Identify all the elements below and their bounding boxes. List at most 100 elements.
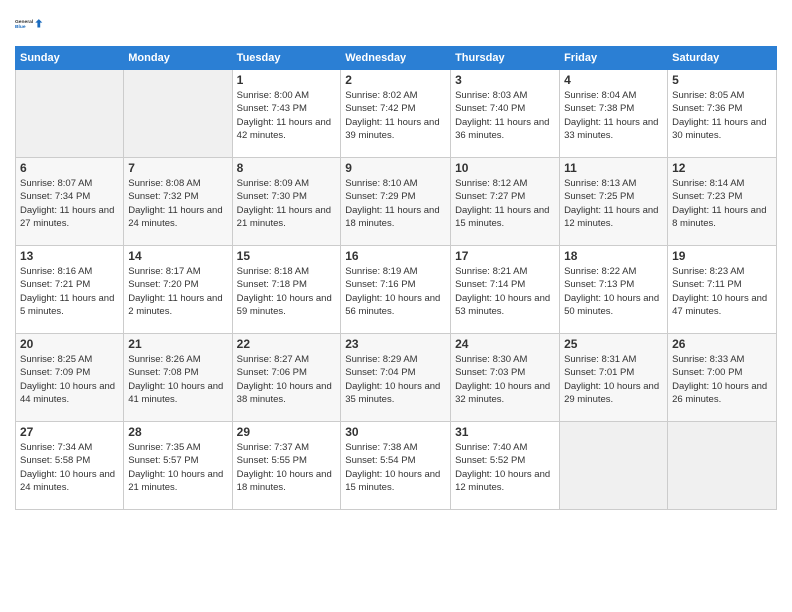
calendar-table: SundayMondayTuesdayWednesdayThursdayFrid… bbox=[15, 46, 777, 510]
day-info: Sunrise: 8:13 AM Sunset: 7:25 PM Dayligh… bbox=[564, 177, 663, 230]
calendar-cell: 18 Sunrise: 8:22 AM Sunset: 7:13 PM Dayli… bbox=[560, 246, 668, 334]
day-info: Sunrise: 7:38 AM Sunset: 5:54 PM Dayligh… bbox=[345, 441, 446, 494]
day-info: Sunrise: 8:04 AM Sunset: 7:38 PM Dayligh… bbox=[564, 89, 663, 142]
day-info: Sunrise: 8:19 AM Sunset: 7:16 PM Dayligh… bbox=[345, 265, 446, 318]
calendar-cell: 26 Sunrise: 8:33 AM Sunset: 7:00 PM Dayli… bbox=[668, 334, 777, 422]
day-number: 22 bbox=[237, 337, 337, 351]
day-number: 31 bbox=[455, 425, 555, 439]
day-number: 1 bbox=[237, 73, 337, 87]
day-info: Sunrise: 8:05 AM Sunset: 7:36 PM Dayligh… bbox=[672, 89, 772, 142]
day-info: Sunrise: 8:03 AM Sunset: 7:40 PM Dayligh… bbox=[455, 89, 555, 142]
calendar-cell: 2 Sunrise: 8:02 AM Sunset: 7:42 PM Daylig… bbox=[341, 70, 451, 158]
calendar-cell: 3 Sunrise: 8:03 AM Sunset: 7:40 PM Daylig… bbox=[451, 70, 560, 158]
calendar-cell: 9 Sunrise: 8:10 AM Sunset: 7:29 PM Daylig… bbox=[341, 158, 451, 246]
day-info: Sunrise: 8:21 AM Sunset: 7:14 PM Dayligh… bbox=[455, 265, 555, 318]
day-info: Sunrise: 8:30 AM Sunset: 7:03 PM Dayligh… bbox=[455, 353, 555, 406]
day-number: 26 bbox=[672, 337, 772, 351]
day-info: Sunrise: 8:00 AM Sunset: 7:43 PM Dayligh… bbox=[237, 89, 337, 142]
calendar-cell: 7 Sunrise: 8:08 AM Sunset: 7:32 PM Daylig… bbox=[124, 158, 232, 246]
weekday-header: Saturday bbox=[668, 47, 777, 70]
day-number: 6 bbox=[20, 161, 119, 175]
day-number: 28 bbox=[128, 425, 227, 439]
day-number: 7 bbox=[128, 161, 227, 175]
calendar-cell: 28 Sunrise: 7:35 AM Sunset: 5:57 PM Dayli… bbox=[124, 422, 232, 510]
logo-icon: GeneralBlue bbox=[15, 10, 43, 38]
weekday-header: Tuesday bbox=[232, 47, 341, 70]
day-info: Sunrise: 7:40 AM Sunset: 5:52 PM Dayligh… bbox=[455, 441, 555, 494]
calendar-cell: 15 Sunrise: 8:18 AM Sunset: 7:18 PM Dayli… bbox=[232, 246, 341, 334]
calendar-cell: 16Sunrise: 8:19 AM Sunset: 7:16 PM Dayli… bbox=[341, 246, 451, 334]
day-number: 20 bbox=[20, 337, 119, 351]
day-info: Sunrise: 8:29 AM Sunset: 7:04 PM Dayligh… bbox=[345, 353, 446, 406]
day-number: 29 bbox=[237, 425, 337, 439]
weekday-header: Friday bbox=[560, 47, 668, 70]
calendar-cell bbox=[16, 70, 124, 158]
day-number: 25 bbox=[564, 337, 663, 351]
calendar-week-row: 6Sunrise: 8:07 AM Sunset: 7:34 PM Daylig… bbox=[16, 158, 777, 246]
calendar-cell: 1 Sunrise: 8:00 AM Sunset: 7:43 PM Daylig… bbox=[232, 70, 341, 158]
day-info: Sunrise: 8:26 AM Sunset: 7:08 PM Dayligh… bbox=[128, 353, 227, 406]
calendar-week-row: 20 Sunrise: 8:25 AM Sunset: 7:09 PM Dayli… bbox=[16, 334, 777, 422]
calendar-cell: 5 Sunrise: 8:05 AM Sunset: 7:36 PM Daylig… bbox=[668, 70, 777, 158]
calendar-cell: 12 Sunrise: 8:14 AM Sunset: 7:23 PM Dayli… bbox=[668, 158, 777, 246]
day-info: Sunrise: 8:18 AM Sunset: 7:18 PM Dayligh… bbox=[237, 265, 337, 318]
day-info: Sunrise: 8:33 AM Sunset: 7:00 PM Dayligh… bbox=[672, 353, 772, 406]
day-number: 3 bbox=[455, 73, 555, 87]
calendar-cell bbox=[560, 422, 668, 510]
day-number: 18 bbox=[564, 249, 663, 263]
calendar-cell bbox=[124, 70, 232, 158]
day-info: Sunrise: 7:37 AM Sunset: 5:55 PM Dayligh… bbox=[237, 441, 337, 494]
calendar-cell: 24Sunrise: 8:30 AM Sunset: 7:03 PM Dayli… bbox=[451, 334, 560, 422]
day-number: 30 bbox=[345, 425, 446, 439]
day-info: Sunrise: 8:17 AM Sunset: 7:20 PM Dayligh… bbox=[128, 265, 227, 318]
calendar-cell: 23 Sunrise: 8:29 AM Sunset: 7:04 PM Dayli… bbox=[341, 334, 451, 422]
page-header: GeneralBlue bbox=[15, 10, 777, 38]
day-info: Sunrise: 8:27 AM Sunset: 7:06 PM Dayligh… bbox=[237, 353, 337, 406]
day-number: 11 bbox=[564, 161, 663, 175]
day-info: Sunrise: 8:22 AM Sunset: 7:13 PM Dayligh… bbox=[564, 265, 663, 318]
calendar-cell: 31 Sunrise: 7:40 AM Sunset: 5:52 PM Dayli… bbox=[451, 422, 560, 510]
calendar-cell: 10Sunrise: 8:12 AM Sunset: 7:27 PM Dayli… bbox=[451, 158, 560, 246]
day-number: 12 bbox=[672, 161, 772, 175]
weekday-header: Thursday bbox=[451, 47, 560, 70]
day-number: 2 bbox=[345, 73, 446, 87]
day-info: Sunrise: 8:25 AM Sunset: 7:09 PM Dayligh… bbox=[20, 353, 119, 406]
day-number: 9 bbox=[345, 161, 446, 175]
day-info: Sunrise: 8:09 AM Sunset: 7:30 PM Dayligh… bbox=[237, 177, 337, 230]
calendar-cell: 30 Sunrise: 7:38 AM Sunset: 5:54 PM Dayli… bbox=[341, 422, 451, 510]
day-info: Sunrise: 8:31 AM Sunset: 7:01 PM Dayligh… bbox=[564, 353, 663, 406]
calendar-cell: 29 Sunrise: 7:37 AM Sunset: 5:55 PM Dayli… bbox=[232, 422, 341, 510]
calendar-cell: 8 Sunrise: 8:09 AM Sunset: 7:30 PM Daylig… bbox=[232, 158, 341, 246]
day-number: 14 bbox=[128, 249, 227, 263]
day-number: 15 bbox=[237, 249, 337, 263]
day-info: Sunrise: 8:14 AM Sunset: 7:23 PM Dayligh… bbox=[672, 177, 772, 230]
day-number: 21 bbox=[128, 337, 227, 351]
day-number: 8 bbox=[237, 161, 337, 175]
calendar-cell: 22 Sunrise: 8:27 AM Sunset: 7:06 PM Dayli… bbox=[232, 334, 341, 422]
calendar-week-row: 13 Sunrise: 8:16 AM Sunset: 7:21 PM Dayli… bbox=[16, 246, 777, 334]
calendar-week-row: 1 Sunrise: 8:00 AM Sunset: 7:43 PM Daylig… bbox=[16, 70, 777, 158]
day-number: 4 bbox=[564, 73, 663, 87]
calendar-cell: 6Sunrise: 8:07 AM Sunset: 7:34 PM Daylig… bbox=[16, 158, 124, 246]
svg-text:Blue: Blue bbox=[15, 24, 26, 30]
day-info: Sunrise: 8:10 AM Sunset: 7:29 PM Dayligh… bbox=[345, 177, 446, 230]
day-number: 5 bbox=[672, 73, 772, 87]
calendar-cell: 19Sunrise: 8:23 AM Sunset: 7:11 PM Dayli… bbox=[668, 246, 777, 334]
calendar-cell: 14 Sunrise: 8:17 AM Sunset: 7:20 PM Dayli… bbox=[124, 246, 232, 334]
day-number: 23 bbox=[345, 337, 446, 351]
day-number: 13 bbox=[20, 249, 119, 263]
logo: GeneralBlue bbox=[15, 10, 43, 38]
calendar-cell: 17Sunrise: 8:21 AM Sunset: 7:14 PM Dayli… bbox=[451, 246, 560, 334]
calendar-cell: 13 Sunrise: 8:16 AM Sunset: 7:21 PM Dayli… bbox=[16, 246, 124, 334]
day-info: Sunrise: 8:16 AM Sunset: 7:21 PM Dayligh… bbox=[20, 265, 119, 318]
weekday-header: Sunday bbox=[16, 47, 124, 70]
day-info: Sunrise: 8:23 AM Sunset: 7:11 PM Dayligh… bbox=[672, 265, 772, 318]
day-info: Sunrise: 8:02 AM Sunset: 7:42 PM Dayligh… bbox=[345, 89, 446, 142]
day-number: 10 bbox=[455, 161, 555, 175]
weekday-header-row: SundayMondayTuesdayWednesdayThursdayFrid… bbox=[16, 47, 777, 70]
svg-text:General: General bbox=[15, 19, 34, 25]
day-info: Sunrise: 7:35 AM Sunset: 5:57 PM Dayligh… bbox=[128, 441, 227, 494]
weekday-header: Monday bbox=[124, 47, 232, 70]
weekday-header: Wednesday bbox=[341, 47, 451, 70]
day-info: Sunrise: 8:08 AM Sunset: 7:32 PM Dayligh… bbox=[128, 177, 227, 230]
